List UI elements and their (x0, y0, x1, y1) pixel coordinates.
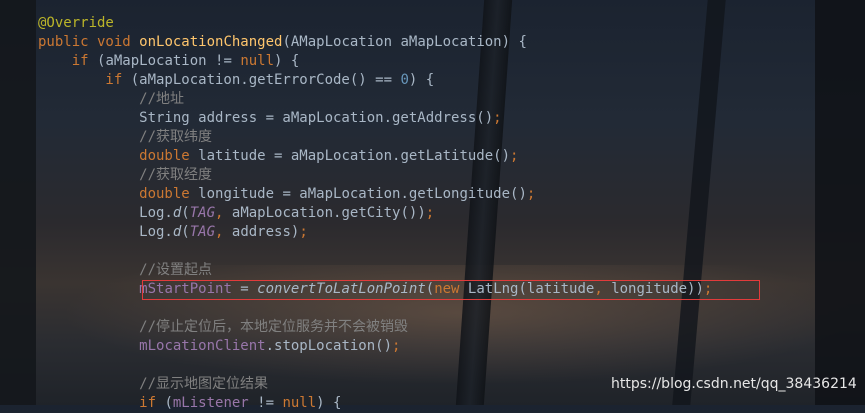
code-line: double latitude = aMapLocation.getLatitu… (38, 147, 712, 166)
code-token: if (38, 72, 131, 88)
code-token: mListener (172, 395, 249, 411)
code-token: ( (181, 205, 190, 221)
code-token: //获取经度 (38, 167, 213, 183)
code-line: if (aMapLocation != null) { (38, 52, 712, 71)
code-token: if (38, 53, 98, 69)
code-line: //获取纬度 (38, 128, 712, 147)
code-token: ; (392, 338, 401, 354)
watermark-url: https://blog.csdn.net/qq_38436214 (611, 376, 857, 392)
code-token: (AMapLocation aMapLocation) { (282, 34, 527, 50)
code-token: null (240, 53, 275, 69)
code-token: TAG (189, 205, 216, 221)
code-token: ( (181, 224, 190, 240)
code-line: if (mListener != null) { (38, 394, 712, 413)
code-line: double longitude = aMapLocation.getLongi… (38, 185, 712, 204)
code-token: TAG (189, 224, 216, 240)
code-token: (aMapLocation.getErrorCode() == (130, 72, 401, 88)
code-token: null (282, 395, 317, 411)
code-token: //停止定位后，本地定位服务并不会被销毁 (38, 319, 409, 335)
code-token: != (248, 395, 283, 411)
code-token: , (215, 224, 232, 240)
code-token: (aMapLocation != (97, 53, 241, 69)
code-line: String address = aMapLocation.getAddress… (38, 109, 712, 128)
code-token: address) (231, 224, 300, 240)
code-token: ; (425, 205, 435, 221)
code-token: ( (164, 395, 173, 411)
code-line: //设置起点 (38, 261, 712, 280)
code-token: onLocationChanged (139, 34, 283, 50)
code-line: mLocationClient.stopLocation(); (38, 337, 712, 356)
code-editor[interactable]: @Override public void onLocationChanged(A… (38, 14, 712, 413)
code-token: //显示地图定位结果 (38, 376, 269, 392)
code-token: latitude = aMapLocation.getLatitude() (198, 148, 511, 164)
code-line: //获取经度 (38, 166, 712, 185)
code-token: @Override (38, 15, 114, 31)
code-token: aMapLocation.getCity()) (231, 205, 426, 221)
code-line: Log.d(TAG, aMapLocation.getCity()); (38, 204, 712, 223)
background-shadow (0, 0, 36, 405)
code-line: @Override (38, 14, 712, 33)
code-token: ; (493, 110, 502, 126)
code-token: mLocationClient (139, 338, 266, 354)
code-token: ) { (274, 53, 300, 69)
code-token: double (38, 186, 199, 202)
code-line: if (aMapLocation.getErrorCode() == 0) { (38, 71, 712, 90)
highlight-box (142, 280, 760, 300)
code-line: Log.d(TAG, address); (38, 223, 712, 242)
code-token: if (38, 395, 165, 411)
code-line: //地址 (38, 90, 712, 109)
code-token: ) { (316, 395, 342, 411)
code-token: , (215, 205, 232, 221)
code-token: ; (510, 148, 519, 164)
code-token: .stopLocation() (265, 338, 393, 354)
code-token: longitude = aMapLocation.getLongitude() (198, 186, 527, 202)
code-token: //地址 (38, 91, 185, 107)
code-token: Log. (38, 205, 173, 221)
code-token: Log. (38, 224, 173, 240)
code-token: ) { (408, 72, 435, 88)
code-token: 0 (400, 72, 409, 88)
code-line: public void onLocationChanged(AMapLocati… (38, 33, 712, 52)
background-window-frame (815, 0, 865, 405)
code-token: ; (526, 186, 536, 202)
code-token: public void (38, 34, 140, 50)
code-token: String address = aMapLocation.getAddress… (38, 110, 494, 126)
code-token: //获取纬度 (38, 129, 213, 145)
code-token: //设置起点 (38, 262, 213, 278)
code-line: //停止定位后，本地定位服务并不会被销毁 (38, 318, 712, 337)
code-token: double (38, 148, 199, 164)
code-token: ; (299, 224, 308, 240)
